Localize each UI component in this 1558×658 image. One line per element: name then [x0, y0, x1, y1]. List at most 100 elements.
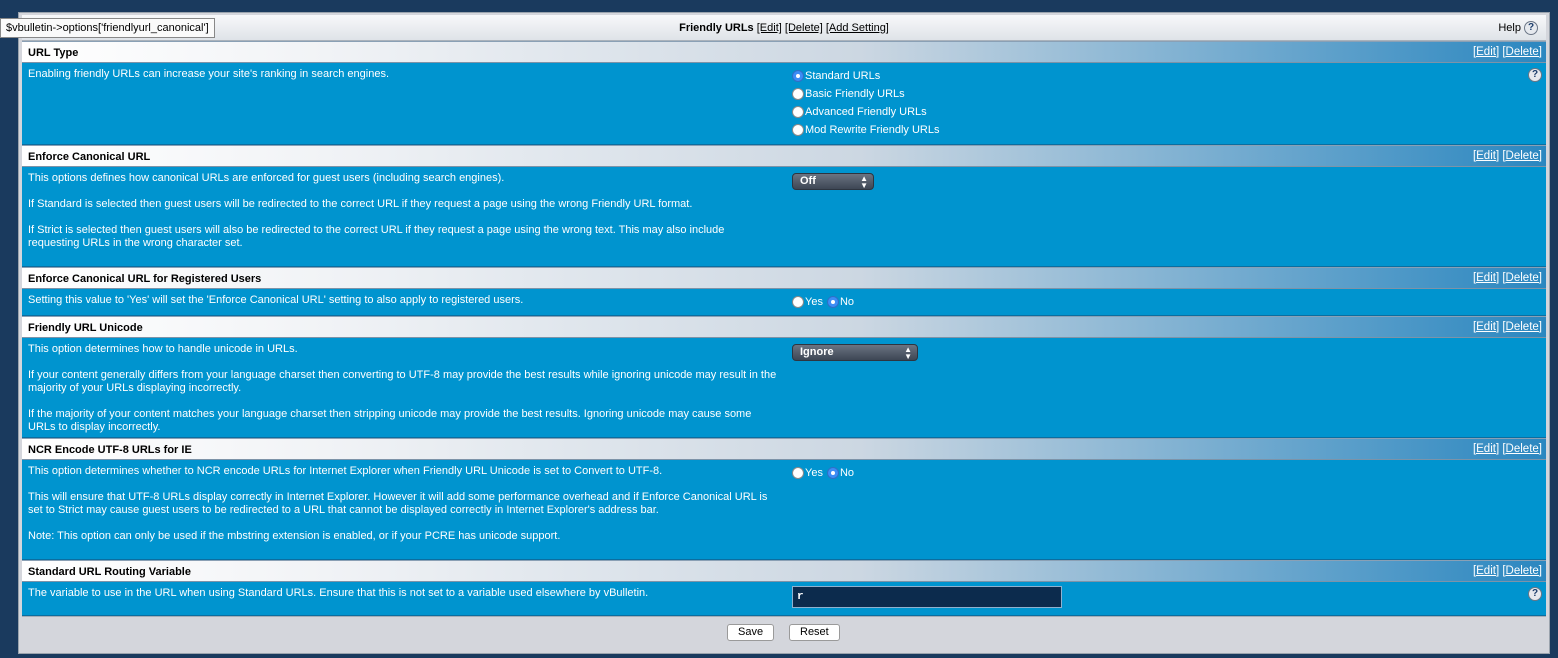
no-label: No — [839, 296, 855, 308]
setting-row-routing-variable: The variable to use in the URL when usin… — [22, 582, 1546, 616]
routing-variable-input[interactable]: r — [792, 586, 1062, 608]
select-value: Ignore — [800, 346, 834, 358]
setting-row-url-type: Enabling friendly URLs can increase your… — [22, 63, 1546, 145]
delete-link[interactable]: [Delete] — [1502, 565, 1542, 577]
delete-link[interactable]: [Delete] — [1502, 443, 1542, 455]
select-arrows-icon: ▲ ▼ — [904, 345, 912, 361]
description-text: If Standard is selected then guest users… — [28, 198, 693, 210]
select-arrows-icon: ▲ ▼ — [860, 174, 868, 190]
setting-header-url-unicode: Friendly URL Unicode [Edit] [Delete] — [22, 316, 1546, 338]
setting-row-canonical-registered: Setting this value to 'Yes' will set the… — [22, 289, 1546, 316]
delete-link[interactable]: [Delete] — [1502, 272, 1542, 284]
setting-description: This option determines whether to NCR en… — [28, 465, 778, 543]
radio-icon[interactable] — [792, 88, 804, 100]
save-button[interactable]: Save — [727, 624, 775, 641]
delete-link[interactable]: [Delete] — [1502, 321, 1542, 333]
setting-description: The variable to use in the URL when usin… — [28, 587, 778, 600]
yes-label: Yes — [805, 467, 823, 479]
setting-title: Standard URL Routing Variable — [28, 566, 191, 578]
description-text: The variable to use in the URL when usin… — [28, 587, 649, 599]
description-text: If Strict is selected then guest users w… — [28, 224, 725, 249]
enforce-canonical-select[interactable]: Off ▲ ▼ — [792, 173, 874, 190]
description-text: Setting this value to 'Yes' will set the… — [28, 294, 524, 306]
select-box[interactable]: Ignore ▲ ▼ — [792, 344, 918, 361]
help-label: Help — [1498, 21, 1521, 34]
select-box[interactable]: Off ▲ ▼ — [792, 173, 874, 190]
select-value: Off — [800, 175, 816, 187]
setting-description: This options defines how canonical URLs … — [28, 172, 778, 250]
setting-header-canonical-registered: Enforce Canonical URL for Registered Use… — [22, 267, 1546, 289]
group-delete-link[interactable]: [Delete] — [785, 22, 823, 34]
radio-label: Basic Friendly URLs — [805, 88, 905, 100]
setting-title: NCR Encode UTF-8 URLs for IE — [28, 444, 192, 456]
setting-header-routing-variable: Standard URL Routing Variable [Edit] [De… — [22, 560, 1546, 582]
setting-row-ncr-encode: This option determines whether to NCR en… — [22, 460, 1546, 560]
edit-link[interactable]: [Edit] — [1473, 46, 1499, 58]
group-title: Friendly URLs [Edit] [Delete] [Add Setti… — [22, 22, 1546, 34]
setting-row-url-unicode: This option determines how to handle uni… — [22, 338, 1546, 438]
edit-link[interactable]: [Edit] — [1473, 150, 1499, 162]
options-panel: Friendly URLs [Edit] [Delete] [Add Setti… — [18, 12, 1550, 654]
setting-title: Friendly URL Unicode — [28, 322, 143, 334]
setting-help-icon[interactable]: ? — [1528, 587, 1542, 601]
edit-link[interactable]: [Edit] — [1473, 443, 1499, 455]
description-text: This will ensure that UTF-8 URLs display… — [28, 491, 768, 516]
no-label: No — [839, 467, 855, 479]
setting-header-enforce-canonical: Enforce Canonical URL [Edit] [Delete] — [22, 145, 1546, 167]
setting-header-url-type: URL Type [Edit] [Delete] — [22, 41, 1546, 63]
edit-link[interactable]: [Edit] — [1473, 272, 1499, 284]
yes-no-radio-group: Yes No — [792, 464, 858, 482]
variable-name-tooltip: $vbulletin->options['friendlyurl_canonic… — [0, 18, 215, 38]
description-text: Note: This option can only be used if th… — [28, 530, 561, 542]
url-type-radio-group: Standard URLs Basic Friendly URLs Advanc… — [792, 67, 943, 139]
setting-title: URL Type — [28, 47, 79, 59]
radio-line: Yes No — [792, 464, 858, 482]
add-setting-link[interactable]: [Add Setting] — [826, 22, 889, 34]
radio-option[interactable]: Standard URLs — [792, 67, 943, 85]
edit-link[interactable]: [Edit] — [1473, 321, 1499, 333]
no-radio[interactable] — [826, 467, 839, 479]
url-unicode-select[interactable]: Ignore ▲ ▼ — [792, 344, 918, 361]
radio-label: Standard URLs — [805, 70, 881, 82]
yes-no-radio-group: Yes No — [792, 293, 858, 311]
yes-label: Yes — [805, 296, 823, 308]
description-text: If the majority of your content matches … — [28, 408, 752, 433]
setting-help-icon[interactable]: ? — [1528, 68, 1542, 82]
radio-option[interactable]: Mod Rewrite Friendly URLs — [792, 121, 943, 139]
group-header: Friendly URLs [Edit] [Delete] [Add Setti… — [22, 15, 1546, 41]
radio-line: Yes No — [792, 293, 858, 311]
routing-variable-field[interactable]: r — [792, 586, 1062, 608]
radio-icon[interactable] — [792, 124, 804, 136]
radio-option[interactable]: Basic Friendly URLs — [792, 85, 943, 103]
edit-link[interactable]: [Edit] — [1473, 565, 1499, 577]
no-radio[interactable] — [826, 296, 839, 308]
radio-selected-icon[interactable] — [792, 70, 804, 82]
setting-row-enforce-canonical: This options defines how canonical URLs … — [22, 167, 1546, 267]
yes-radio[interactable] — [792, 467, 804, 479]
setting-title: Enforce Canonical URL for Registered Use… — [28, 273, 262, 285]
yes-radio[interactable] — [792, 296, 804, 308]
description-text: This options defines how canonical URLs … — [28, 172, 505, 184]
group-title-text: Friendly URLs — [679, 22, 754, 34]
options-form: Friendly URLs [Edit] [Delete] [Add Setti… — [22, 15, 1546, 651]
radio-option[interactable]: Advanced Friendly URLs — [792, 103, 943, 121]
setting-description: Setting this value to 'Yes' will set the… — [28, 294, 778, 307]
form-footer: Save Reset — [22, 616, 1546, 644]
description-text: This option determines whether to NCR en… — [28, 465, 663, 477]
setting-description: Enabling friendly URLs can increase your… — [28, 68, 778, 81]
description-text: If your content generally differs from y… — [28, 369, 777, 394]
setting-header-ncr-encode: NCR Encode UTF-8 URLs for IE [Edit] [Del… — [22, 438, 1546, 460]
delete-link[interactable]: [Delete] — [1502, 46, 1542, 58]
help-button[interactable]: Help ? — [1498, 21, 1538, 35]
description-text: This option determines how to handle uni… — [28, 343, 298, 355]
radio-label: Mod Rewrite Friendly URLs — [805, 124, 940, 136]
radio-label: Advanced Friendly URLs — [805, 106, 927, 118]
delete-link[interactable]: [Delete] — [1502, 150, 1542, 162]
setting-title: Enforce Canonical URL — [28, 151, 151, 163]
group-edit-link[interactable]: [Edit] — [757, 22, 782, 34]
reset-button[interactable]: Reset — [789, 624, 840, 641]
radio-icon[interactable] — [792, 106, 804, 118]
setting-description: This option determines how to handle uni… — [28, 343, 778, 434]
question-icon: ? — [1524, 21, 1538, 35]
description-text: Enabling friendly URLs can increase your… — [28, 68, 390, 80]
